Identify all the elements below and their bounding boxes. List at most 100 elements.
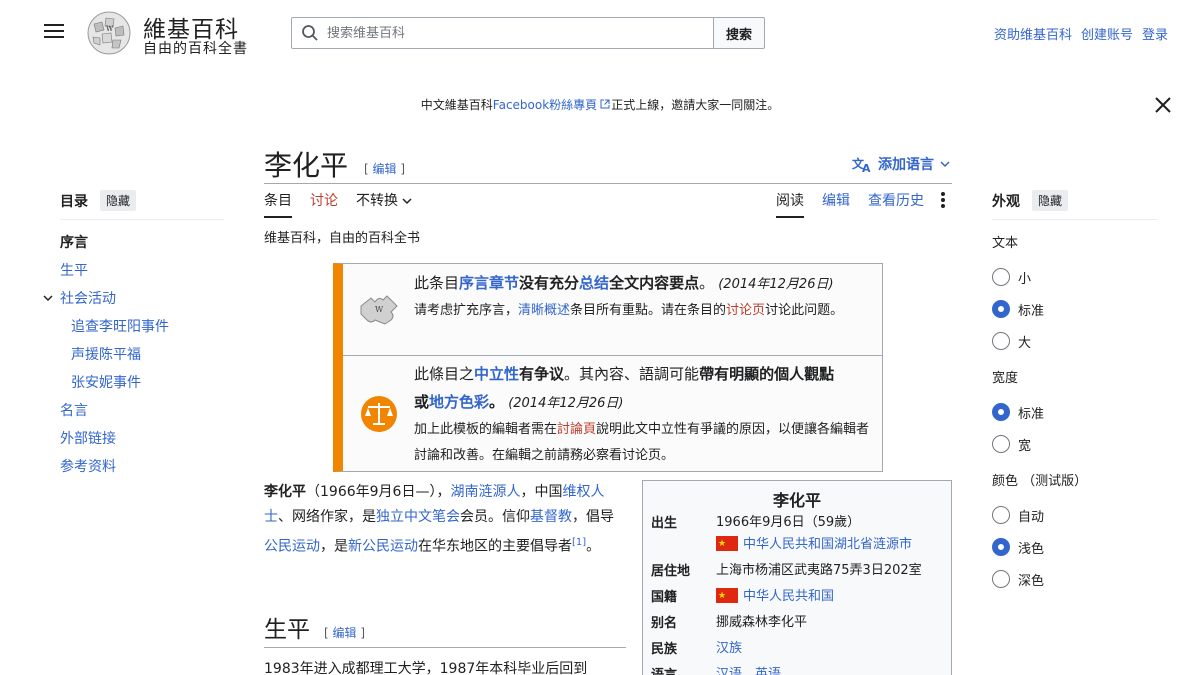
text-size-small-radio[interactable]: 小	[992, 261, 1157, 293]
radio-button[interactable]	[992, 570, 1010, 588]
site-subtitle: 维基百科，自由的百科全书	[264, 231, 421, 246]
toc-title: 目录	[60, 193, 88, 210]
notice-text-after: 正式上線，邀請大家一同關注。	[611, 98, 780, 112]
search-box[interactable]	[291, 17, 714, 49]
lead-link[interactable]: 湖南涟源人	[450, 484, 520, 500]
radio-button-selected[interactable]	[992, 300, 1010, 318]
radio-button-selected[interactable]	[992, 403, 1010, 421]
main-menu-button[interactable]	[44, 24, 64, 40]
width-standard-radio[interactable]: 标准	[992, 396, 1157, 428]
tab-article[interactable]: 条目	[264, 190, 292, 218]
view-tabs: 阅读 编辑 查看历史	[776, 190, 924, 218]
text-size-standard-radio[interactable]: 标准	[992, 293, 1157, 325]
width-wide-radio[interactable]: 宽	[992, 428, 1157, 460]
more-options-icon[interactable]	[940, 191, 946, 209]
create-account-link[interactable]: 创建账号	[1081, 24, 1133, 43]
infobox-link[interactable]: 汉语、英语	[716, 664, 781, 675]
infobox-value: 上海市杨浦区武夷路75弄3日202室	[716, 563, 922, 578]
donate-link[interactable]: 资助维基百科	[994, 24, 1072, 43]
appearance-panel: 外观 隐藏 文本 小 标准 大 宽度 标准 宽 颜色 （测试版） 自动 浅色 深…	[992, 190, 1157, 595]
ambox-link[interactable]: 地方色彩	[429, 393, 489, 411]
lead-text: （1966年9月6日—），	[306, 484, 451, 500]
radio-button[interactable]	[992, 435, 1010, 453]
infobox-link[interactable]: 汉族	[716, 638, 742, 660]
lead-link[interactable]: 新公民运动	[348, 539, 418, 555]
radio-button[interactable]	[992, 332, 1010, 350]
toc-item-intro[interactable]: 序言	[60, 229, 224, 257]
ambox-text: 。	[699, 274, 715, 292]
ambox-text: 有争议	[519, 365, 565, 383]
login-link[interactable]: 登录	[1142, 24, 1168, 43]
color-dark-radio[interactable]: 深色	[992, 563, 1157, 595]
tab-edit[interactable]: 编辑	[822, 190, 850, 218]
add-languages-label: 添加语言	[878, 157, 934, 173]
search-icon	[302, 25, 318, 41]
toc-item-subsection[interactable]: 声援陈平福	[60, 341, 224, 369]
infobox-row: 民族 汉族	[651, 638, 742, 660]
appearance-hide-button[interactable]: 隐藏	[1032, 190, 1069, 211]
bracket: [	[324, 626, 329, 640]
reference-link[interactable]: [1]	[572, 537, 586, 548]
ambox-link[interactable]: 序言章节	[459, 274, 519, 292]
infobox-value: 挪威森林李化平	[716, 615, 808, 630]
radio-button[interactable]	[992, 268, 1010, 286]
close-icon[interactable]	[1154, 96, 1172, 114]
tab-read[interactable]: 阅读	[776, 190, 804, 218]
lead-paragraph: 李化平（1966年9月6日—），湖南涟源人，中国维权人士、网络作家，是独立中文笔…	[264, 480, 626, 560]
text-size-large-radio[interactable]: 大	[992, 325, 1157, 357]
toc-item-references[interactable]: 参考资料	[60, 453, 224, 481]
chevron-down-icon[interactable]	[43, 285, 53, 313]
infobox-link[interactable]: 中华人民共和国湖北省涟源市	[743, 537, 912, 552]
toc-item-subsection[interactable]: 追查李旺阳事件	[60, 313, 224, 341]
ambox-link[interactable]: 总结	[579, 274, 609, 292]
toc-hide-button[interactable]: 隐藏	[100, 190, 137, 211]
ambox-link[interactable]: 讨论页	[726, 303, 765, 318]
infobox-value: 1966年9月6日（59歲）	[716, 515, 861, 530]
lead-link[interactable]: 独立中文笔会	[376, 509, 460, 525]
language-icon: 文 A	[852, 156, 871, 173]
notice-text-before: 中文維基百科	[420, 98, 493, 112]
color-light-radio[interactable]: 浅色	[992, 531, 1157, 563]
toc-item-subsection[interactable]: 张安妮事件	[60, 369, 224, 397]
ambox-link[interactable]: 清晰概述	[518, 303, 570, 318]
search-button[interactable]: 搜索	[713, 17, 765, 49]
external-link-icon	[600, 99, 610, 109]
ambox-link[interactable]: 討論頁	[557, 422, 596, 437]
lead-link[interactable]: 公民运动	[264, 539, 320, 555]
section-paragraph: 1983年进入成都理工大学，1987年本科毕业后回到	[264, 661, 588, 675]
section-edit-link[interactable]: 编辑	[333, 626, 357, 640]
toc-item-life[interactable]: 生平	[60, 257, 224, 285]
toc-item-external-links[interactable]: 外部链接	[60, 425, 224, 453]
infobox-label: 国籍	[651, 590, 678, 605]
add-languages-button[interactable]: 文 A 添加语言	[852, 154, 950, 174]
bracket: [	[364, 162, 369, 176]
tabs-divider	[264, 183, 952, 184]
ambox-text: 没有充分	[519, 274, 580, 292]
radio-label: 浅色	[1018, 541, 1045, 557]
radio-button-selected[interactable]	[992, 538, 1010, 556]
variant-dropdown[interactable]: 不转换	[356, 190, 412, 218]
chevron-down-icon	[402, 198, 412, 205]
toc-item-activities[interactable]: 社会活动	[60, 285, 224, 313]
text-size-label: 文本	[992, 236, 1019, 251]
ambox-link[interactable]: 中立性	[474, 365, 519, 383]
tab-talk[interactable]: 讨论	[310, 190, 338, 218]
wikipedia-globe-icon[interactable]: W	[84, 10, 134, 56]
site-notice: 中文維基百科Facebook粉絲專頁 正式上線，邀請大家一同關注。	[0, 96, 1200, 113]
lead-link[interactable]: 基督教	[530, 509, 572, 525]
infobox-link[interactable]: 中华人民共和国	[743, 589, 834, 604]
notice-link[interactable]: Facebook粉絲專頁	[493, 98, 597, 112]
search-input[interactable]	[327, 25, 713, 41]
tab-history[interactable]: 查看历史	[868, 190, 924, 218]
ambox-text: 请考虑扩充序言，	[414, 303, 519, 318]
radio-label: 深色	[1018, 573, 1045, 589]
china-flag-icon	[716, 533, 738, 555]
color-auto-radio[interactable]: 自动	[992, 499, 1157, 531]
width-label: 宽度	[992, 371, 1019, 386]
radio-button[interactable]	[992, 506, 1010, 524]
infobox-row: 出生 1966年9月6日（59歲） 中华人民共和国湖北省涟源市	[651, 512, 912, 556]
section-edit: [ 编辑 ]	[324, 624, 365, 641]
toc-item-quotes[interactable]: 名言	[60, 397, 224, 425]
tagline: 自由的百科全書	[143, 41, 248, 57]
edit-link[interactable]: 编辑	[373, 162, 397, 176]
